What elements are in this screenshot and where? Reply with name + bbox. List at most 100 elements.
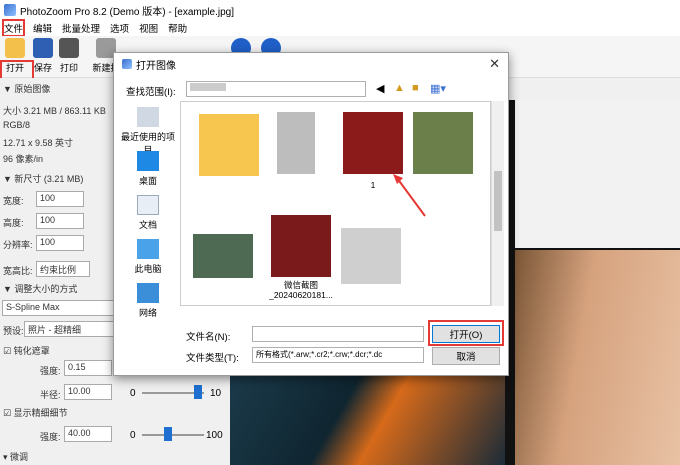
open-image-dialog: 打开图像 ✕ 查找范围(I): ◀ ▲ ■ ▦▾ 最近使用的项目 桌面 文档 此… — [113, 52, 509, 376]
arrow-annotation — [393, 174, 426, 217]
unsharp-checkbox[interactable]: ☑ 钝化遮罩 — [3, 344, 50, 357]
file-item-pixelated[interactable] — [413, 112, 473, 174]
place-recent[interactable]: 最近使用的项目 — [120, 107, 176, 156]
height-input[interactable]: 100 — [36, 213, 84, 229]
color-mode: RGB/8 — [3, 120, 31, 130]
strength-label: 强度: — [40, 366, 61, 376]
place-network-label: 网络 — [138, 308, 157, 318]
lookin-label: 查找范围(I): — [126, 87, 176, 98]
radius-min: 0 — [130, 388, 136, 399]
strength2-slider-thumb[interactable] — [164, 427, 172, 441]
strength2-max: 100 — [206, 430, 223, 441]
place-computer[interactable]: 此电脑 — [120, 239, 176, 275]
close-icon[interactable]: ✕ — [489, 56, 500, 72]
section-original[interactable]: ▼ 原始图像 — [3, 82, 50, 95]
computer-icon — [137, 239, 159, 259]
cancel-button[interactable]: 取消 — [432, 347, 500, 365]
width-input[interactable]: 100 — [36, 191, 84, 207]
preset-label: 预设: — [3, 326, 24, 336]
section-method[interactable]: ▼ 调整大小的方式 — [3, 282, 77, 295]
place-desktop[interactable]: 桌面 — [120, 151, 176, 187]
menu-file[interactable]: 文件 — [1, 19, 26, 37]
print-icon — [59, 38, 79, 58]
file-item-blurred-2[interactable] — [341, 228, 401, 284]
dialog-title: 打开图像 — [136, 60, 176, 72]
strength2-input[interactable]: 40.00 — [64, 426, 112, 442]
app-icon — [4, 4, 16, 16]
detail-label: 显示精细细节 — [13, 408, 68, 418]
new-folder-icon[interactable]: ■ — [412, 82, 419, 94]
resolution-label: 分辨率: — [3, 240, 33, 250]
file-item-folder[interactable] — [199, 114, 259, 176]
size-line: 大小 3.21 MB / 863.11 KB — [3, 106, 106, 116]
lookin-folder-placeholder — [190, 83, 226, 91]
preset-select[interactable]: 照片 - 超精细 — [24, 321, 114, 337]
strength2-label: 强度: — [40, 432, 61, 442]
dimensions: 12.71 x 9.58 英寸 — [3, 138, 74, 148]
detail-checkbox[interactable]: ☑ 显示精细细节 — [3, 406, 68, 419]
lookin-select[interactable] — [186, 81, 366, 97]
view-menu-icon[interactable]: ▦▾ — [430, 82, 446, 95]
place-computer-label: 此电脑 — [134, 264, 162, 274]
radius-label: 半径: — [40, 390, 61, 400]
radius-input[interactable]: 10.00 — [64, 384, 112, 400]
method-select[interactable]: S-Spline Max — [2, 300, 114, 316]
documents-icon — [137, 195, 159, 215]
recent-icon — [137, 107, 159, 127]
menu-view[interactable]: 视图 — [139, 21, 158, 35]
section-new-size[interactable]: ▼ 新尺寸 (3.21 MB) — [3, 172, 83, 185]
menu-help[interactable]: 帮助 — [168, 21, 187, 35]
title-bar: PhotoZoom Pro 8.2 (Demo 版本) - [example.j… — [0, 0, 680, 20]
arrow-line — [396, 177, 426, 217]
settings-panel: ▼ 原始图像 大小 3.21 MB / 863.11 KB RGB/8 12.7… — [0, 78, 118, 465]
radius-max: 10 — [210, 388, 222, 399]
preview-image-fish — [230, 376, 505, 465]
unsharp-label: 钝化遮罩 — [13, 346, 50, 356]
filename-input[interactable] — [252, 326, 424, 342]
file-list-scrollbar[interactable] — [491, 101, 504, 306]
menu-bar: 文件 编辑 批量处理 选项 视图 帮助 — [0, 19, 680, 37]
preview-face — [515, 250, 680, 465]
resolution: 96 像素/in — [3, 154, 44, 164]
menu-edit[interactable]: 编辑 — [33, 21, 52, 35]
places-bar: 最近使用的项目 桌面 文档 此电脑 网络 — [120, 101, 176, 321]
preview-image-right — [505, 100, 680, 465]
place-desktop-label: 桌面 — [138, 176, 157, 186]
scrollbar-thumb[interactable] — [494, 171, 502, 231]
place-documents[interactable]: 文档 — [120, 195, 176, 231]
strength2-slider-track[interactable] — [142, 434, 204, 436]
filename-label: 文件名(N): — [186, 332, 231, 343]
print-label: 打印 — [59, 63, 78, 73]
section-original-label: 原始图像 — [14, 84, 51, 94]
resolution-input[interactable]: 100 — [36, 235, 84, 251]
file-item-red-car[interactable] — [343, 112, 403, 174]
height-label: 高度: — [3, 218, 24, 228]
file-item-pixelated-2[interactable] — [193, 234, 253, 278]
save-icon — [33, 38, 53, 58]
back-icon[interactable]: ◀ — [376, 82, 384, 95]
file-item-screenshot[interactable] — [271, 215, 331, 277]
up-folder-icon[interactable]: ▲ — [394, 82, 405, 94]
preview-fish-skeleton — [515, 100, 680, 248]
dialog-title-bar: 打开图像 — [114, 53, 508, 75]
print-button[interactable]: 打印 — [56, 38, 82, 76]
file-list: 1 微信截图_20240620181... — [180, 101, 491, 306]
file-caption: 微信截图_20240620181... — [269, 280, 333, 300]
file-item-blurred[interactable] — [277, 112, 315, 174]
filetype-select[interactable]: 所有格式(*.arw;*.cr2;*.crw;*.dcr;*.dc — [252, 347, 424, 363]
ratio-label: 宽高比: — [3, 266, 33, 276]
micro-label: 微调 — [10, 452, 29, 462]
ratio-select[interactable]: 约束比例 — [36, 261, 90, 277]
dialog-app-icon — [122, 59, 132, 69]
width-label: 宽度: — [3, 196, 24, 206]
micro-section[interactable]: ▾ 微调 — [3, 450, 28, 463]
strength-input[interactable]: 0.15 — [64, 360, 112, 376]
folder-icon — [5, 38, 25, 58]
save-button[interactable]: 保存 — [30, 38, 56, 76]
slider-area: 0 10 0 100 — [118, 380, 230, 465]
highlight-box-open-file — [428, 320, 504, 346]
menu-options[interactable]: 选项 — [110, 21, 129, 35]
place-network[interactable]: 网络 — [120, 283, 176, 319]
menu-batch[interactable]: 批量处理 — [62, 21, 100, 35]
radius-slider-thumb[interactable] — [194, 385, 202, 399]
